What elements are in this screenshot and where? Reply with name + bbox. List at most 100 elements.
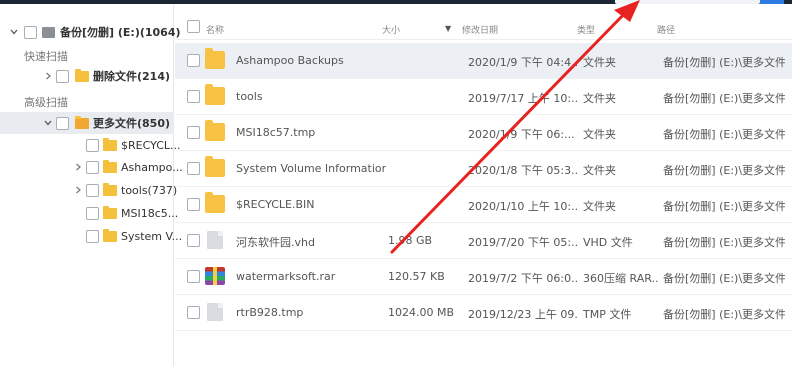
cell-modified: 2019/7/17 上午 10:... xyxy=(468,92,578,105)
cell-name: MSI18c57.tmp xyxy=(236,126,316,139)
file-list: 名称 大小 ▼ 修改日期 类型 路径 Ashampoo Backups 2020… xyxy=(175,4,792,366)
row-checkbox[interactable] xyxy=(187,126,200,139)
cell-size: 120.57 KB xyxy=(388,270,445,283)
cell-modified: 2019/7/2 下午 06:0... xyxy=(468,272,578,285)
folder-icon xyxy=(103,182,117,196)
checkbox[interactable] xyxy=(86,183,99,197)
table-row[interactable]: $RECYCLE.BIN 2020/1/10 上午 10:... 文件夹 备份[… xyxy=(175,187,792,223)
tree-item-child[interactable]: tools(737) xyxy=(72,180,177,200)
folder-icon xyxy=(103,159,117,173)
cell-path: 备份[勿删] (E:)\更多文件\... xyxy=(663,236,785,249)
tree-item-label: 删除文件(214) xyxy=(93,70,171,83)
folder-icon xyxy=(205,120,225,141)
tree-item-label: tools(737) xyxy=(121,183,178,197)
cell-path: 备份[勿删] (E:)\更多文件\... xyxy=(663,56,785,69)
folder-icon xyxy=(205,192,225,213)
advanced-scan-label: 高级扫描 xyxy=(24,96,68,109)
cell-modified: 2020/1/9 下午 04:4... xyxy=(468,56,578,69)
tree-item-label: MSI18c5... xyxy=(121,206,179,220)
checkbox[interactable] xyxy=(56,116,69,130)
cell-name: Ashampoo Backups xyxy=(236,54,344,67)
checkbox[interactable] xyxy=(56,69,69,83)
table-row[interactable]: watermarksoft.rar 120.57 KB 2019/7/2 下午 … xyxy=(175,259,792,295)
cell-name: rtrB928.tmp xyxy=(236,306,304,319)
row-checkbox[interactable] xyxy=(187,90,200,103)
cell-type: 360压缩 RAR... xyxy=(583,272,658,285)
cell-type: 文件夹 xyxy=(583,92,616,105)
tree-item-label: $RECYCL... xyxy=(121,138,181,152)
tree-item-child[interactable]: System V... xyxy=(86,226,182,246)
table-row[interactable]: Ashampoo Backups 2020/1/9 下午 04:4... 文件夹… xyxy=(175,43,792,79)
file-icon xyxy=(207,303,223,321)
column-header-name[interactable]: 名称 xyxy=(206,23,224,36)
cell-path: 备份[勿删] (E:)\更多文件\... xyxy=(663,164,785,177)
cell-path: 备份[勿删] (E:)\更多文件\... xyxy=(663,92,785,105)
cell-path: 备份[勿删] (E:)\更多文件\... xyxy=(663,308,785,321)
cell-name: watermarksoft.rar xyxy=(236,270,336,283)
row-checkbox[interactable] xyxy=(187,162,200,175)
cell-path: 备份[勿删] (E:)\更多文件\... xyxy=(663,200,785,213)
quick-scan-label: 快速扫描 xyxy=(24,50,68,63)
row-checkbox[interactable] xyxy=(187,270,200,283)
tree-item-child[interactable]: MSI18c5... xyxy=(86,203,178,223)
column-header-modified[interactable]: 修改日期 xyxy=(462,23,498,36)
cell-type: TMP 文件 xyxy=(583,308,632,321)
chevron-down-icon[interactable] xyxy=(8,26,20,38)
drive-icon xyxy=(42,26,55,38)
select-all-checkbox[interactable] xyxy=(187,20,200,33)
chevron-right-icon[interactable] xyxy=(72,161,84,173)
folder-icon xyxy=(103,205,117,219)
cell-name: System Volume Information xyxy=(236,162,386,175)
tree-item-deleted-files[interactable]: 删除文件(214) xyxy=(42,66,170,86)
sort-down-icon[interactable]: ▼ xyxy=(445,24,451,33)
tree-item-child[interactable]: $RECYCL... xyxy=(86,135,181,155)
column-header-type[interactable]: 类型 xyxy=(577,23,595,36)
row-checkbox[interactable] xyxy=(187,198,200,211)
cell-modified: 2020/1/9 下午 06:... xyxy=(468,128,575,141)
cell-name: $RECYCLE.BIN xyxy=(236,198,315,211)
row-checkbox[interactable] xyxy=(187,234,200,247)
tree-item-child[interactable]: Ashampo... xyxy=(72,157,183,177)
checkbox[interactable] xyxy=(86,160,99,174)
table-row[interactable]: System Volume Information 2020/1/8 下午 05… xyxy=(175,151,792,187)
column-header-path[interactable]: 路径 xyxy=(657,23,675,36)
folder-icon xyxy=(205,48,225,69)
cell-type: 文件夹 xyxy=(583,200,616,213)
chevron-right-icon[interactable] xyxy=(42,70,54,82)
cell-size: 1024.00 MB xyxy=(388,306,455,319)
table-row[interactable]: MSI18c57.tmp 2020/1/9 下午 06:... 文件夹 备份[勿… xyxy=(175,115,792,151)
tree-item-label: Ashampo... xyxy=(121,160,183,174)
sidebar-tree: 备份[勿删] (E:)(1064) 快速扫描 删除文件(214) 高级扫描 更多… xyxy=(0,4,183,366)
cell-size: 1.98 GB xyxy=(388,234,433,247)
tree-item-more-files[interactable]: 更多文件(850) xyxy=(42,113,170,133)
file-icon xyxy=(207,231,223,249)
column-header-size[interactable]: 大小 xyxy=(382,23,400,36)
chevron-right-icon[interactable] xyxy=(72,184,84,196)
row-checkbox[interactable] xyxy=(187,54,200,67)
cell-path: 备份[勿删] (E:)\更多文件\... xyxy=(663,128,785,141)
chevron-down-icon[interactable] xyxy=(42,117,54,129)
tree-item-root[interactable]: 备份[勿删] (E:)(1064) xyxy=(8,22,181,42)
cell-type: 文件夹 xyxy=(583,128,616,141)
table-row[interactable]: rtrB928.tmp 1024.00 MB 2019/12/23 上午 09.… xyxy=(175,295,792,331)
cell-modified: 2019/7/20 下午 05:... xyxy=(468,236,578,249)
folder-icon xyxy=(103,228,117,242)
checkbox[interactable] xyxy=(86,229,99,243)
folder-icon xyxy=(103,137,117,151)
cell-type: 文件夹 xyxy=(583,164,616,177)
tree-item-label: 备份[勿删] (E:)(1064) xyxy=(60,26,181,39)
cell-modified: 2020/1/10 上午 10:... xyxy=(468,200,578,213)
row-checkbox[interactable] xyxy=(187,306,200,319)
table-row[interactable]: tools 2019/7/17 上午 10:... 文件夹 备份[勿删] (E:… xyxy=(175,79,792,115)
checkbox[interactable] xyxy=(24,25,37,39)
folder-icon xyxy=(205,156,225,177)
cell-name: tools xyxy=(236,90,263,103)
table-header: 名称 大小 ▼ 修改日期 类型 路径 xyxy=(175,4,792,40)
cell-name: 河东软件园.vhd xyxy=(236,236,315,249)
tree-item-label: System V... xyxy=(121,229,183,243)
checkbox[interactable] xyxy=(86,138,99,152)
table-row[interactable]: 河东软件园.vhd 1.98 GB 2019/7/20 下午 05:... VH… xyxy=(175,223,792,259)
checkbox[interactable] xyxy=(86,206,99,220)
folder-icon xyxy=(205,84,225,105)
tree-item-label: 更多文件(850) xyxy=(93,117,171,130)
